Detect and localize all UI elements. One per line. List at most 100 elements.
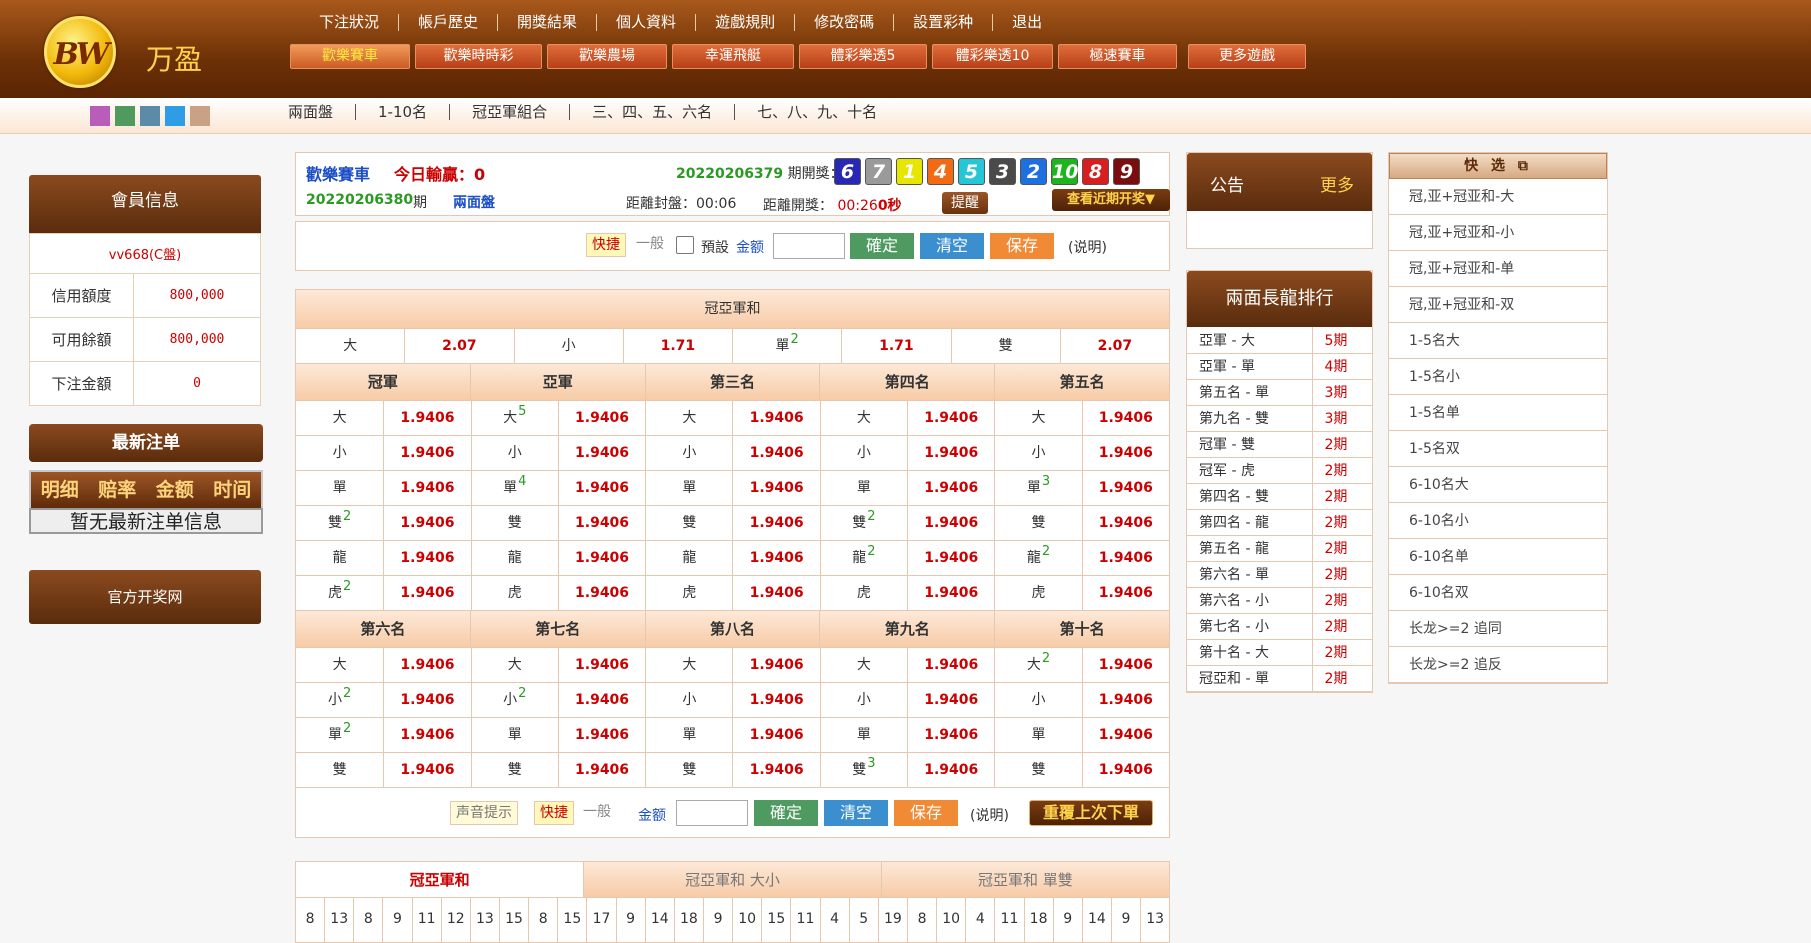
bet-odds[interactable]: 1.9406	[557, 471, 645, 505]
bet-option[interactable]: 雙	[645, 506, 732, 540]
quick-pick-item[interactable]: 6-10名小	[1389, 503, 1607, 539]
gametab-speed-racing[interactable]: 極速賽車	[1058, 44, 1177, 69]
recent-draws-button[interactable]: 查看近期开奖▼	[1052, 189, 1170, 211]
topmenu-draw-results[interactable]: 開獎結果	[498, 14, 598, 31]
topmenu-logout[interactable]: 退出	[993, 14, 1061, 31]
bet-option[interactable]: 單	[645, 471, 732, 505]
bet-option[interactable]: 大	[994, 401, 1081, 435]
bet-odds[interactable]: 1.9406	[383, 683, 470, 717]
bet-option[interactable]: 虎	[645, 576, 732, 610]
bet-odds[interactable]: 1.9406	[557, 683, 645, 717]
bet-odds[interactable]: 1.9406	[732, 576, 819, 610]
quick-pick-item[interactable]: 6-10名大	[1389, 467, 1607, 503]
bet-option[interactable]: 雙	[470, 753, 558, 787]
bet-option[interactable]: 單	[296, 471, 383, 505]
official-results-button[interactable]: 官方开奖网	[29, 570, 261, 624]
gametab-happy-farm[interactable]: 歡樂農場	[547, 44, 667, 69]
bet-odds[interactable]: 1.9406	[1081, 576, 1169, 610]
bet-option[interactable]: 雙3	[819, 753, 907, 787]
bet-odds[interactable]: 1.9406	[732, 541, 819, 575]
sum-big-key[interactable]: 大	[296, 329, 404, 363]
bet-odds[interactable]: 1.9406	[383, 401, 470, 435]
quick-pick-item[interactable]: 冠,亚+冠亚和-小	[1389, 215, 1607, 251]
theme-swatch[interactable]	[190, 106, 210, 126]
quick-pick-item[interactable]: 冠,亚+冠亚和-单	[1389, 251, 1607, 287]
topmenu-bet-status[interactable]: 下注狀況	[300, 14, 400, 31]
bet-option[interactable]: 大	[819, 648, 907, 682]
bet-odds[interactable]: 1.9406	[557, 401, 645, 435]
bottom-explain-link[interactable]: (说明)	[970, 805, 1009, 825]
bet-odds[interactable]: 1.9406	[557, 718, 645, 752]
bet-option[interactable]: 單	[470, 718, 558, 752]
theme-swatch[interactable]	[165, 106, 185, 126]
bet-odds[interactable]: 1.9406	[557, 753, 645, 787]
bet-option[interactable]: 龍	[645, 541, 732, 575]
bet-option[interactable]: 龍	[470, 541, 558, 575]
quick-pick-item[interactable]: 1-5名单	[1389, 395, 1607, 431]
theme-swatch[interactable]	[115, 106, 135, 126]
quick-pick-item[interactable]: 1-5名大	[1389, 323, 1607, 359]
bet-odds[interactable]: 1.9406	[557, 541, 645, 575]
bet-odds[interactable]: 1.9406	[557, 576, 645, 610]
bet-option[interactable]: 小2	[470, 683, 558, 717]
topmenu-lottery-settings[interactable]: 設置彩种	[894, 14, 994, 31]
bet-odds[interactable]: 1.9406	[383, 753, 470, 787]
bet-option[interactable]: 虎	[470, 576, 558, 610]
quick-pick-item[interactable]: 长龙>=2 追同	[1389, 611, 1607, 647]
quick-pick-item[interactable]: 1-5名双	[1389, 431, 1607, 467]
sum-small-odds[interactable]: 1.71	[622, 329, 732, 363]
bet-option[interactable]: 單	[994, 718, 1081, 752]
bet-odds[interactable]: 1.9406	[907, 401, 994, 435]
bet-odds[interactable]: 1.9406	[732, 436, 819, 470]
bet-option[interactable]: 單	[645, 718, 732, 752]
bet-odds[interactable]: 1.9406	[907, 683, 994, 717]
bottom-amount-input[interactable]	[676, 800, 748, 826]
bet-option[interactable]: 雙	[645, 753, 732, 787]
bet-option[interactable]: 龍	[296, 541, 383, 575]
bet-option[interactable]: 大	[645, 401, 732, 435]
bet-odds[interactable]: 1.9406	[907, 471, 994, 505]
bet-odds[interactable]: 1.9406	[907, 648, 994, 682]
sum-big-odds[interactable]: 2.07	[404, 329, 513, 363]
bet-odds[interactable]: 1.9406	[732, 401, 819, 435]
bet-option[interactable]: 小	[994, 683, 1081, 717]
bet-odds[interactable]: 1.9406	[1081, 506, 1169, 540]
bet-odds[interactable]: 1.9406	[383, 436, 470, 470]
bet-option[interactable]: 龍2	[994, 541, 1081, 575]
bet-option[interactable]: 單3	[994, 471, 1081, 505]
bet-odds[interactable]: 1.9406	[732, 506, 819, 540]
bet-odds[interactable]: 1.9406	[907, 753, 994, 787]
tab-sum[interactable]: 冠亞軍和	[296, 862, 584, 897]
bottom-clear-button[interactable]: 清空	[824, 800, 888, 826]
bottom-quick-mode-tab[interactable]: 快捷	[534, 801, 574, 825]
sum-odd-key[interactable]: 單2	[732, 329, 841, 363]
bottom-normal-mode-tab[interactable]: 一般	[580, 801, 614, 825]
theme-swatch[interactable]	[140, 106, 160, 126]
bet-odds[interactable]: 1.9406	[1081, 753, 1169, 787]
bet-option[interactable]: 小2	[296, 683, 383, 717]
quick-pick-item[interactable]: 冠,亚+冠亚和-大	[1389, 179, 1607, 215]
tab-sum-odd-even[interactable]: 冠亞軍和 單雙	[880, 862, 1169, 897]
gametab-lotto10[interactable]: 體彩樂透10	[932, 44, 1053, 69]
bet-odds[interactable]: 1.9406	[732, 753, 819, 787]
bet-option[interactable]: 龍2	[819, 541, 907, 575]
bet-odds[interactable]: 1.9406	[907, 541, 994, 575]
sum-even-odds[interactable]: 2.07	[1059, 329, 1169, 363]
bet-odds[interactable]: 1.9406	[732, 648, 819, 682]
gametab-more-games[interactable]: 更多遊戲	[1188, 44, 1306, 69]
sum-small-key[interactable]: 小	[513, 329, 623, 363]
subnav-7-10[interactable]: 七、八、九、十名	[735, 104, 899, 120]
gametab-lotto5[interactable]: 體彩樂透5	[799, 44, 927, 69]
bet-option[interactable]: 單4	[470, 471, 558, 505]
quick-pick-item[interactable]: 长龙>=2 追反	[1389, 647, 1607, 683]
bet-option[interactable]: 小	[645, 436, 732, 470]
bet-option[interactable]: 小	[470, 436, 558, 470]
bet-odds[interactable]: 1.9406	[907, 506, 994, 540]
bet-option[interactable]: 雙	[296, 753, 383, 787]
quick-pick-item[interactable]: 1-5名小	[1389, 359, 1607, 395]
subnav-3-6[interactable]: 三、四、五、六名	[570, 104, 736, 120]
top-amount-input[interactable]	[773, 233, 845, 259]
sum-even-key[interactable]: 雙	[950, 329, 1060, 363]
brand-logo[interactable]: BW	[44, 16, 116, 88]
sound-toggle[interactable]: 声音提示	[450, 801, 518, 825]
